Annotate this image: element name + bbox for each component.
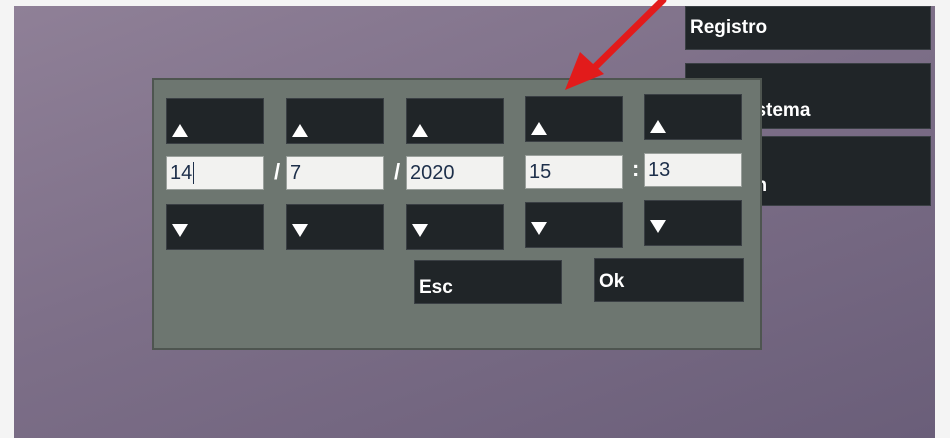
red-arrow-icon — [565, 0, 667, 90]
